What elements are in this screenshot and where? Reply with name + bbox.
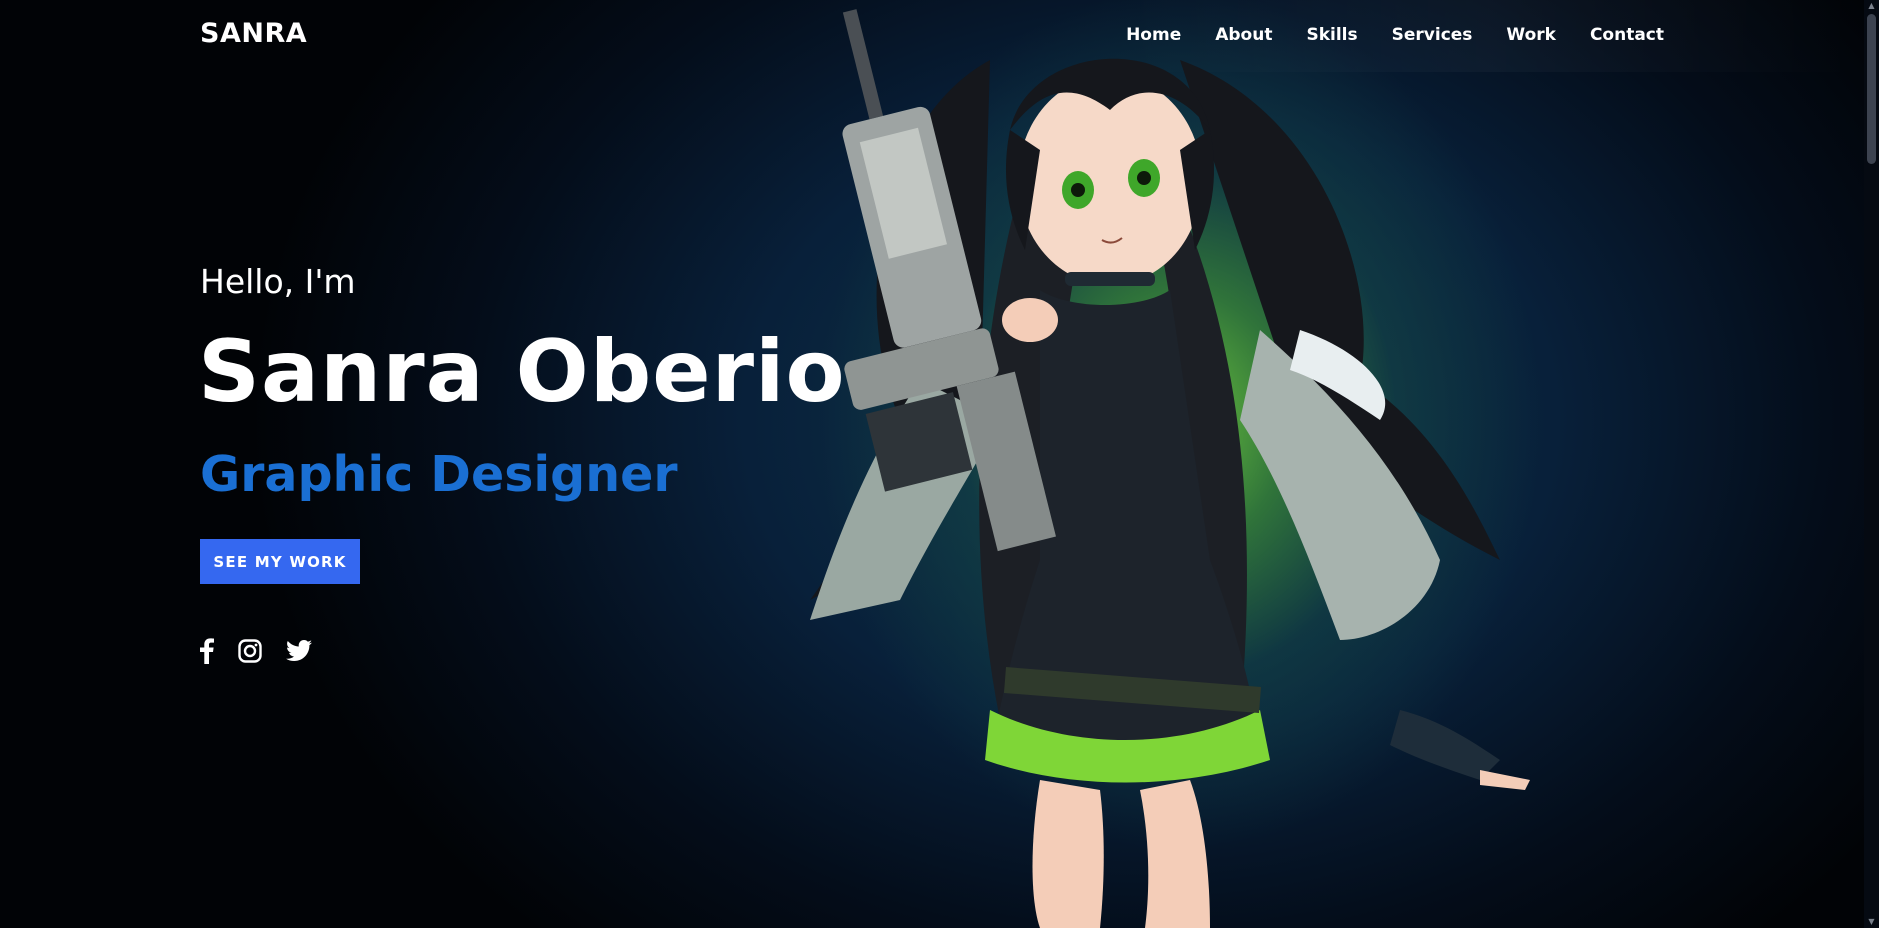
page-scrollbar[interactable]: ▲ ▼ — [1864, 0, 1879, 928]
see-my-work-button[interactable]: SEE MY WORK — [200, 539, 360, 584]
nav-link-skills[interactable]: Skills — [1306, 25, 1357, 45]
scroll-thumb[interactable] — [1867, 14, 1876, 164]
twitter-icon[interactable] — [286, 640, 312, 666]
social-links — [200, 638, 312, 668]
site-logo[interactable]: SANRA — [200, 18, 307, 49]
scroll-down-icon[interactable]: ▼ — [1867, 918, 1876, 926]
instagram-icon[interactable] — [238, 639, 262, 667]
hero-name: Sanra Oberio — [198, 322, 846, 422]
nav-link-work[interactable]: Work — [1506, 25, 1556, 45]
nav-link-contact[interactable]: Contact — [1590, 25, 1664, 45]
facebook-icon[interactable] — [200, 638, 214, 668]
hero-character-illustration — [810, 9, 1530, 928]
hero-role: Graphic Designer — [200, 446, 678, 503]
nav-link-home[interactable]: Home — [1126, 25, 1181, 45]
hero-greeting: Hello, I'm — [200, 262, 356, 301]
scroll-up-icon[interactable]: ▲ — [1867, 2, 1876, 10]
main-nav: Home About Skills Services Work Contact — [1126, 25, 1664, 45]
nav-link-services[interactable]: Services — [1392, 25, 1473, 45]
nav-link-about[interactable]: About — [1215, 25, 1272, 45]
